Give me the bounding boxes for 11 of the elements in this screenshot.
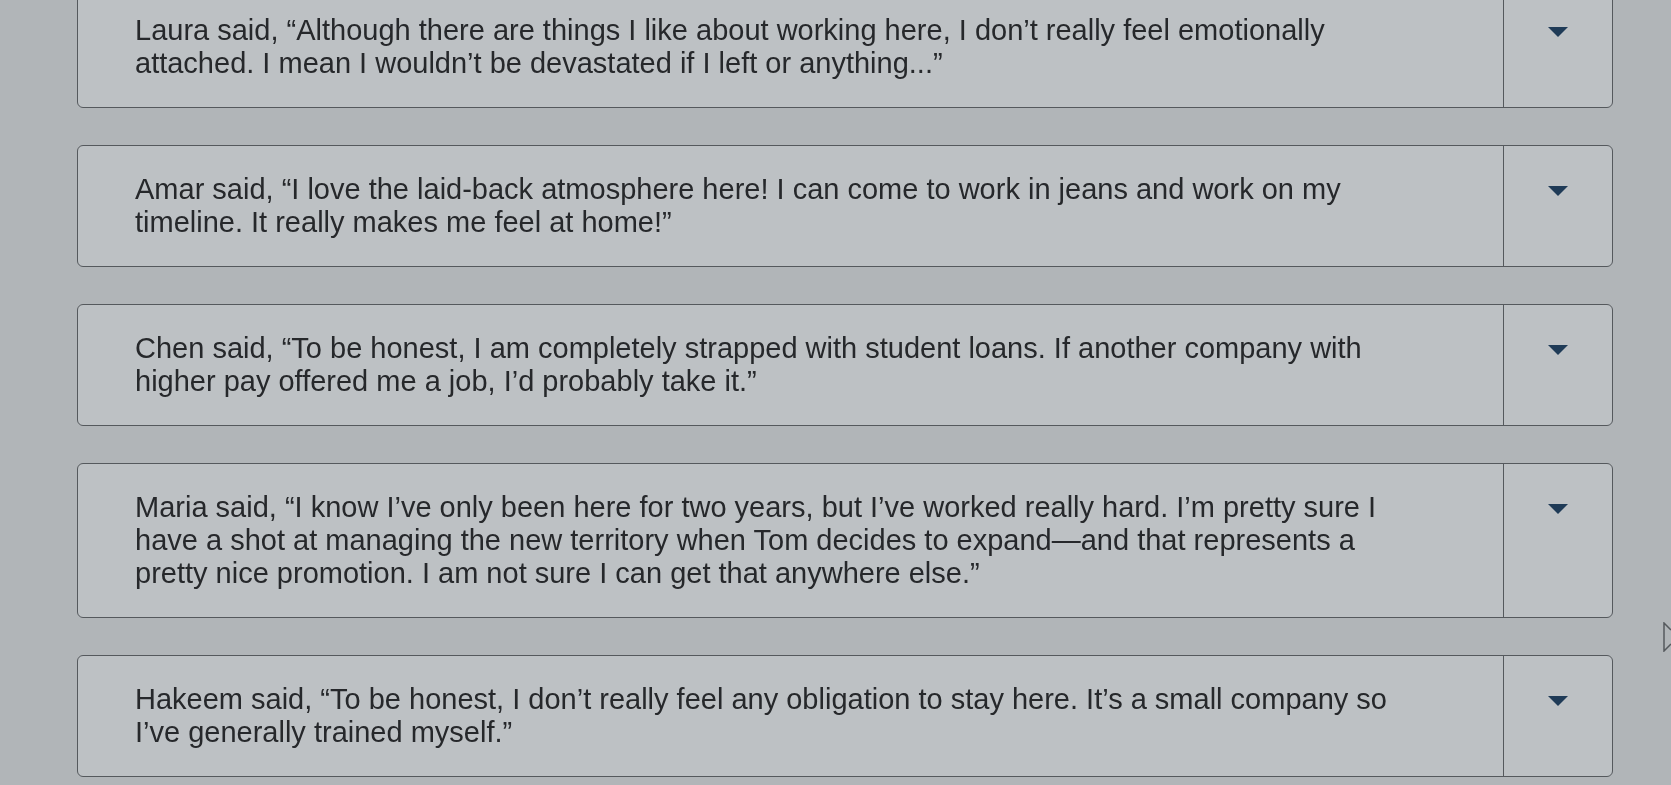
statement-text: Hakeem said, “To be honest, I don’t really feel any obligation to stay here. It’s a small company so I’ve generally trained myself.” — [135, 683, 1388, 749]
statement-text: Chen said, “To be honest, I am completely strapped with student loans. If another company with higher pay offered me a job, I’d probably take it.” — [135, 332, 1363, 398]
caret-down-icon — [1548, 27, 1568, 37]
caret-down-icon — [1548, 696, 1568, 706]
statement-text: Amar said, “I love the laid-back atmosphere here! I can come to work in jeans and work on my timeline. It really makes me feel at home!” — [135, 173, 1342, 239]
triangle-outline-icon — [1663, 622, 1671, 652]
statement-text: Laura said, “Although there are things I like about working here, I don’t really feel emotionally attached. I mean I wouldn’t be devastated if I left or anything...” — [135, 14, 1326, 80]
caret-down-icon — [1548, 504, 1568, 514]
statement-text: Maria said, “I know I’ve only been here for two years, but I’ve worked really hard. I’m pretty sure I have a shot at managing the new territory when Tom decides to expand—and that represents a pretty nice promotion. I am not sure I can get that anywhere else.” — [135, 491, 1378, 590]
caret-down-icon — [1548, 186, 1568, 196]
caret-down-icon — [1548, 345, 1568, 355]
